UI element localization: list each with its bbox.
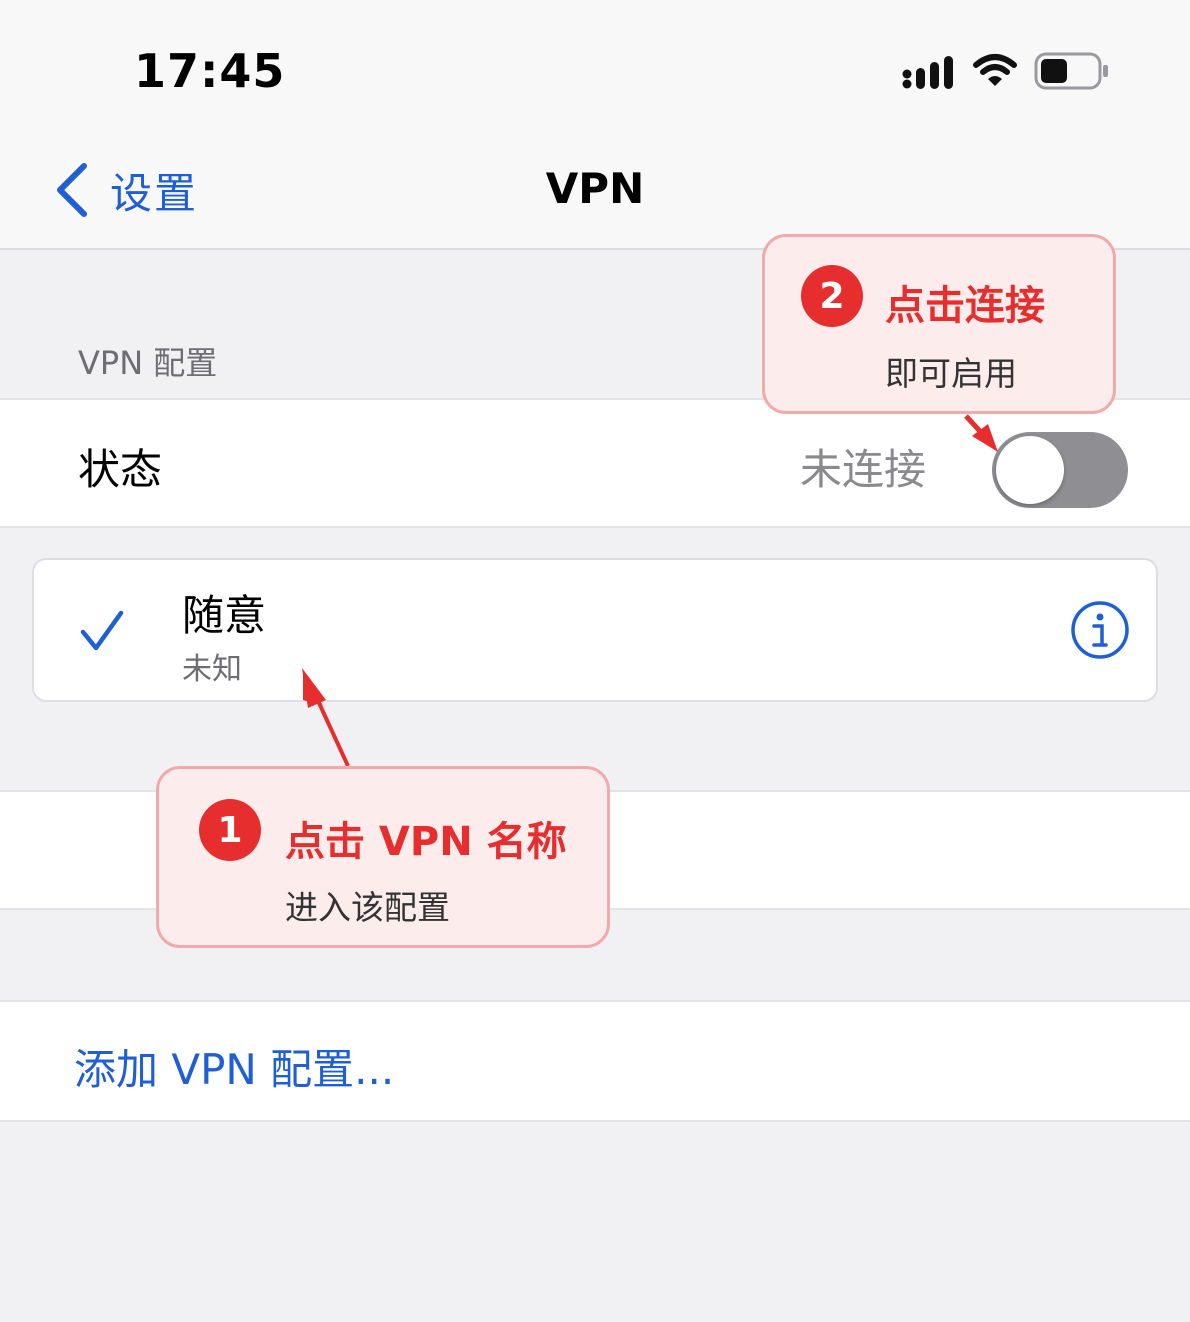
vpn-config-item[interactable]: 随意 未知 (32, 558, 1158, 702)
checkmark-icon (80, 610, 124, 651)
callout-2-title: 点击连接 (885, 283, 1045, 329)
top-bar: 17:45 设置 VPN (0, 0, 1190, 250)
vpn-toggle[interactable] (992, 432, 1128, 508)
annotation-callout-2: 2 点击连接 即可启用 (762, 234, 1116, 414)
toggle-knob (996, 436, 1064, 504)
annotation-callout-1: 1 点击 VPN 名称 进入该配置 (156, 766, 610, 948)
info-icon[interactable] (1070, 600, 1130, 660)
wifi-icon (973, 54, 1017, 86)
status-row: 状态 未连接 (0, 398, 1190, 528)
add-vpn-config-row[interactable]: 添加 VPN 配置... (0, 1000, 1190, 1122)
add-vpn-config-label: 添加 VPN 配置... (74, 1045, 395, 1094)
status-label: 状态 (78, 445, 163, 494)
signal-icon (902, 56, 953, 89)
callout-1-title: 点击 VPN 名称 (285, 819, 567, 865)
vpn-subtitle: 未知 (182, 652, 242, 687)
status-value: 未连接 (800, 445, 927, 494)
step-badge-2: 2 (801, 265, 863, 327)
step-badge-1: 1 (199, 799, 261, 861)
page-title: VPN (545, 164, 645, 213)
vpn-name: 随意 (182, 591, 267, 640)
callout-1-subtitle: 进入该配置 (285, 888, 450, 927)
callout-2-subtitle: 即可启用 (885, 354, 1017, 393)
battery-icon (1034, 52, 1108, 90)
section-header: VPN 配置 (78, 344, 218, 382)
status-time: 17:45 (134, 44, 286, 98)
